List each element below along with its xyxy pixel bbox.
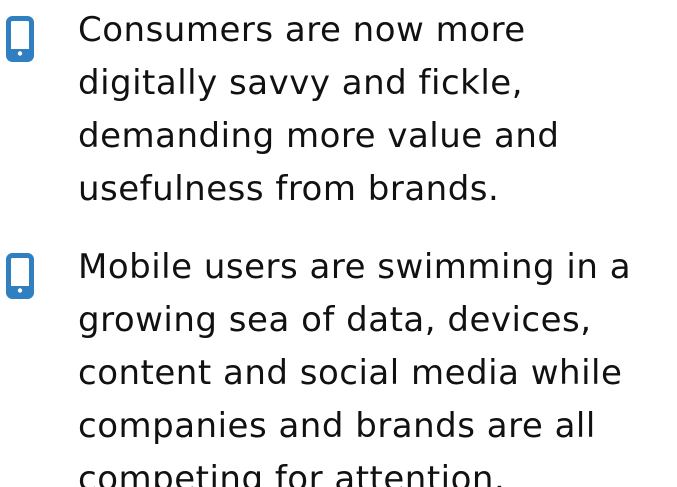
- bullet-text: Mobile users are swimming in a growing s…: [60, 241, 677, 487]
- bullet-text-line: companies and brands are all: [78, 406, 596, 446]
- bullet-text: Consumers are now more digitally savvy a…: [60, 4, 677, 216]
- bullet-text-line: Mobile users are swimming in a: [78, 247, 632, 287]
- bullet-text-line: usefulness from brands.: [78, 169, 500, 209]
- bullet-text-line: competing for attention.: [78, 459, 506, 487]
- bullet-text-line: content and social media while: [78, 353, 623, 393]
- bullet-icon-wrap: [0, 241, 60, 299]
- mobile-phone-icon: [6, 16, 34, 62]
- bullet-text-line: growing sea of data, devices,: [78, 300, 592, 340]
- bullet-item-consumers: Consumers are now more digitally savvy a…: [0, 4, 677, 216]
- content-page: Consumers are now more digitally savvy a…: [0, 4, 677, 487]
- mobile-phone-icon: [6, 253, 34, 299]
- bullet-item-mobile-users: Mobile users are swimming in a growing s…: [0, 241, 677, 487]
- bullet-icon-wrap: [0, 4, 60, 62]
- bullet-text-line: demanding more value and: [78, 116, 560, 156]
- bullet-text-line: digitally savvy and fickle,: [78, 63, 524, 103]
- bullet-text-line: Consumers are now more: [78, 10, 526, 50]
